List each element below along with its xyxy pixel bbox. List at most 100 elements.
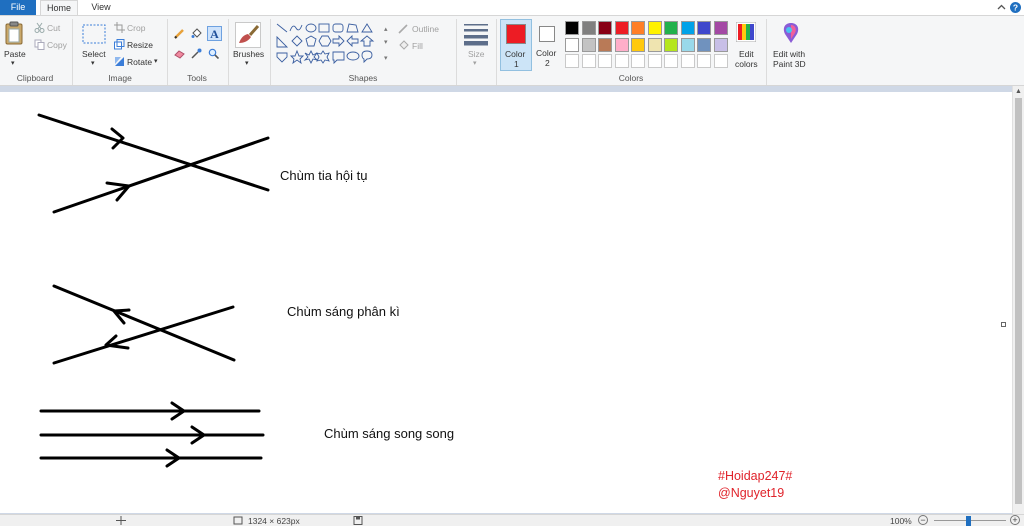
copy-label: Copy <box>47 40 67 50</box>
palette-color-swatch[interactable] <box>598 37 612 52</box>
palette-custom-slot[interactable] <box>581 54 596 68</box>
brush-icon <box>235 22 261 48</box>
color2-number: 2 <box>545 58 550 68</box>
watermark-author: @Nguyet19 <box>718 486 785 500</box>
palette-custom-slot[interactable] <box>713 54 728 68</box>
palette-color-swatch[interactable] <box>697 21 711 35</box>
converging-ray-2 <box>52 136 270 214</box>
color1-swatch <box>506 24 526 44</box>
cut-label: Cut <box>47 23 61 33</box>
palette-color-swatch[interactable] <box>680 21 695 35</box>
tools-group-label: Tools <box>187 73 207 83</box>
shapes-gallery[interactable]: ▴ ▾ ▾ <box>275 22 393 68</box>
palette-custom-slot[interactable] <box>664 54 678 68</box>
copy-icon <box>34 39 45 50</box>
group-separator <box>496 19 497 85</box>
clipboard-group-label: Clipboard <box>16 73 54 83</box>
collapse-ribbon-icon[interactable] <box>996 2 1007 13</box>
palette-custom-slot[interactable] <box>631 54 645 68</box>
rotate-dropdown-icon: ▾ <box>154 58 158 65</box>
palette-color-swatch[interactable] <box>697 37 711 52</box>
outline-icon <box>398 24 408 34</box>
palette-custom-slot[interactable] <box>565 54 579 68</box>
palette-color-swatch[interactable] <box>631 37 645 52</box>
zoom-out-button[interactable]: − <box>918 515 928 525</box>
color1-number: 1 <box>514 59 519 69</box>
color-picker-icon[interactable] <box>191 48 202 59</box>
fill-bucket-icon <box>399 40 409 50</box>
svg-text:▾: ▾ <box>384 55 388 62</box>
zoom-slider-thumb[interactable] <box>966 516 971 526</box>
color1-button[interactable]: Color 1 <box>500 19 532 71</box>
palette-custom-slot[interactable] <box>697 54 711 68</box>
zoom-level: 100% <box>890 516 912 526</box>
palette-custom-slot[interactable] <box>647 54 662 68</box>
group-separator <box>72 19 73 85</box>
rotate-icon <box>115 57 124 66</box>
zoom-in-button[interactable]: + <box>1010 515 1020 525</box>
file-size-icon <box>353 516 363 525</box>
palette-color-swatch[interactable] <box>565 21 579 35</box>
palette-color-swatch[interactable] <box>664 21 678 35</box>
crop-icon <box>114 22 125 33</box>
palette-color-swatch[interactable] <box>713 37 728 52</box>
text-icon[interactable]: A <box>207 26 222 41</box>
canvas-dimensions: 1324 × 623px <box>248 516 300 526</box>
help-icon[interactable]: ? <box>1010 2 1021 13</box>
colors-group-label: Colors <box>618 73 644 83</box>
fill-icon[interactable] <box>191 28 202 39</box>
group-separator <box>456 19 457 85</box>
group-separator <box>228 19 229 85</box>
group-separator <box>766 19 767 85</box>
palette-color-swatch[interactable] <box>565 37 579 52</box>
color2-button[interactable]: Color 2 <box>534 19 562 71</box>
select-icon <box>82 24 106 44</box>
canvas-drawing <box>37 113 270 468</box>
paste-label: Paste <box>4 49 26 59</box>
palette-custom-slot[interactable] <box>680 54 695 68</box>
tab-file[interactable]: File <box>0 0 36 15</box>
palette-color-swatch[interactable] <box>664 37 678 52</box>
palette-color-swatch[interactable] <box>614 37 629 52</box>
pencil-icon[interactable] <box>174 28 185 39</box>
tab-home[interactable]: Home <box>40 0 78 15</box>
image-group-label: Image <box>108 73 132 83</box>
magnifier-icon[interactable] <box>208 48 219 59</box>
palette-color-swatch[interactable] <box>614 21 629 35</box>
resize-icon <box>114 39 125 50</box>
caption-converging: Chùm tia hội tụ <box>280 168 368 183</box>
shapes-group-label: Shapes <box>348 73 378 83</box>
palette-color-swatch[interactable] <box>647 37 662 52</box>
palette-color-swatch[interactable] <box>647 21 662 35</box>
vertical-scrollbar[interactable]: ▲ <box>1012 86 1024 514</box>
palette-color-swatch[interactable] <box>680 37 695 52</box>
svg-text:▾: ▾ <box>384 39 388 46</box>
watermark-hashtag: #Hoidap247# <box>718 469 793 483</box>
svg-text:▴: ▴ <box>384 26 388 33</box>
select-dropdown-icon: ▾ <box>91 60 95 67</box>
palette-custom-slot[interactable] <box>598 54 612 68</box>
ribbon-tabs: File Home View ? <box>0 0 1024 15</box>
brushes-dropdown-icon: ▾ <box>245 60 249 67</box>
palette-color-swatch[interactable] <box>598 21 612 35</box>
select-label: Select <box>82 49 106 59</box>
rotate-label: Rotate <box>127 57 153 67</box>
cursor-position-icon <box>116 516 126 525</box>
paint3d-label-1: Edit with <box>773 49 806 59</box>
cut-icon <box>34 22 45 33</box>
palette-color-swatch[interactable] <box>631 21 645 35</box>
scroll-up-icon[interactable]: ▲ <box>1015 88 1022 95</box>
palette-color-swatch[interactable] <box>581 21 596 35</box>
palette-color-swatch[interactable] <box>713 21 728 35</box>
diverging-ray-2 <box>52 305 235 365</box>
canvas-resize-handle[interactable] <box>1001 322 1006 327</box>
palette-custom-slot[interactable] <box>614 54 629 68</box>
scrollbar-thumb[interactable] <box>1015 98 1022 504</box>
shapes-gallery-icons: ▴ ▾ ▾ <box>276 23 388 65</box>
paste-icon <box>5 21 23 45</box>
palette-color-swatch[interactable] <box>581 37 596 52</box>
status-bar: 1324 × 623px 100% − + <box>0 514 1024 526</box>
eraser-icon[interactable] <box>174 48 185 59</box>
tab-view[interactable]: View <box>84 0 118 15</box>
drawing-canvas[interactable]: Chùm tia hội tụ Chùm sáng phân kì Chùm s… <box>0 92 1012 513</box>
